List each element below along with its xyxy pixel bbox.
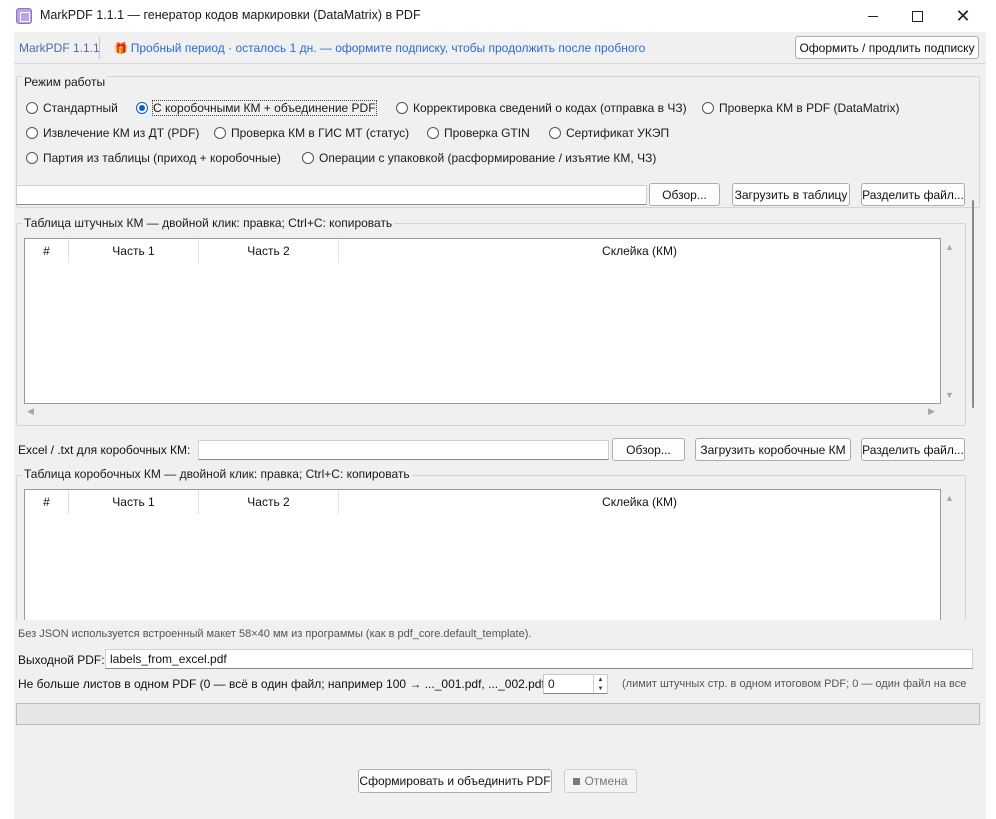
- app-version: MarkPDF 1.1.1: [19, 41, 100, 55]
- mode-radio-check-gis[interactable]: Проверка КМ в ГИС МТ (статус): [214, 126, 409, 140]
- box-file-path-input[interactable]: [198, 440, 609, 460]
- mode-radio-box-merge[interactable]: С коробочными КМ + объединение PDF: [136, 100, 377, 116]
- mode-radio-certificate[interactable]: Сертификат УКЭП: [549, 126, 669, 140]
- cancel-label: Отмена: [584, 774, 628, 788]
- radio-label: Извлечение КМ из ДТ (PDF): [43, 126, 200, 140]
- max-pages-spinbox[interactable]: 0 ▲ ▼: [543, 674, 608, 694]
- divider: [99, 37, 100, 59]
- browse-button[interactable]: Обзор...: [649, 183, 720, 206]
- unit-table-caption: Таблица штучных КМ — двойной клик: правк…: [22, 216, 395, 230]
- mode-radio-correction[interactable]: Корректировка сведений о кодах (отправка…: [396, 101, 687, 115]
- radio-button[interactable]: [136, 102, 148, 114]
- title-bar: MarkPDF 1.1.1 — генератор кодов маркиров…: [0, 0, 996, 32]
- subscription-bar: MarkPDF 1.1.1 🎁 Пробный период · осталось…: [14, 32, 986, 64]
- split-file-button[interactable]: Разделить файл...: [861, 183, 965, 206]
- column-header[interactable]: Часть 1: [69, 239, 199, 263]
- box-file-label: Excel / .txt для коробочных КМ:: [18, 443, 191, 457]
- box-table-caption: Таблица коробочных КМ — двойной клик: пр…: [22, 467, 412, 481]
- trial-notice: 🎁 Пробный период · осталось 1 дн. — оформ…: [114, 41, 645, 55]
- app-icon: [16, 8, 32, 24]
- unit-km-table[interactable]: # Часть 1 Часть 2 Склейка (КМ): [24, 238, 941, 404]
- radio-button[interactable]: [396, 102, 408, 114]
- close-button[interactable]: ✕: [940, 0, 986, 32]
- gift-icon: 🎁: [114, 43, 128, 55]
- spin-buttons: ▲ ▼: [593, 675, 607, 693]
- mode-radio-batch-table[interactable]: Партия из таблицы (приход + коробочные): [26, 151, 281, 165]
- radio-button[interactable]: [26, 102, 38, 114]
- column-header[interactable]: #: [25, 239, 69, 263]
- radio-button[interactable]: [26, 152, 38, 164]
- progress-bar: [16, 703, 980, 725]
- window-title: MarkPDF 1.1.1 — генератор кодов маркиров…: [40, 8, 421, 22]
- mode-radio-standard[interactable]: Стандартный: [26, 101, 118, 115]
- mode-radio-extract-dt[interactable]: Извлечение КМ из ДТ (PDF): [26, 126, 199, 140]
- subscribe-button[interactable]: Оформить / продлить подписку: [795, 36, 979, 59]
- radio-label: С коробочными КМ + объединение PDF: [152, 100, 377, 116]
- column-header[interactable]: Часть 1: [69, 490, 199, 514]
- radio-label: Стандартный: [43, 101, 118, 115]
- close-icon: ✕: [955, 5, 971, 26]
- trial-text: Пробный период · осталось 1 дн. — оформи…: [130, 41, 646, 55]
- load-table-button[interactable]: Загрузить в таблицу: [732, 183, 850, 206]
- radio-button[interactable]: [302, 152, 314, 164]
- radio-button[interactable]: [26, 127, 38, 139]
- page-scrollbar[interactable]: [972, 200, 974, 408]
- scroll-down-arrow[interactable]: ▼: [945, 390, 954, 400]
- minimize-button[interactable]: [850, 0, 896, 32]
- column-header[interactable]: #: [25, 490, 69, 514]
- spin-up-icon[interactable]: ▲: [594, 675, 607, 684]
- box-km-table[interactable]: # Часть 1 Часть 2 Склейка (КМ): [24, 489, 941, 620]
- mode-group-label: Режим работы: [22, 75, 108, 89]
- stop-icon: [573, 777, 581, 785]
- max-pages-hint: (лимит штучных стр. в одном итоговом PDF…: [622, 678, 967, 690]
- mode-radio-check-gtin[interactable]: Проверка GTIN: [427, 126, 530, 140]
- scroll-left-arrow[interactable]: ◀: [27, 406, 34, 417]
- radio-label: Партия из таблицы (приход + коробочные): [43, 151, 281, 165]
- main-content: MarkPDF 1.1.1 🎁 Пробный период · осталось…: [14, 32, 986, 819]
- scroll-right-arrow[interactable]: ▶: [928, 406, 935, 417]
- maximize-button[interactable]: [894, 0, 940, 32]
- radio-label: Проверка КМ в ГИС МТ (статус): [231, 126, 410, 140]
- radio-button[interactable]: [214, 127, 226, 139]
- radio-button[interactable]: [427, 127, 439, 139]
- mode-radio-package-ops[interactable]: Операции с упаковкой (расформирование / …: [302, 151, 656, 165]
- output-pdf-label: Выходной PDF:: [18, 653, 105, 667]
- template-note: Без JSON используется встроенный макет 5…: [18, 628, 532, 640]
- box-split-file-button[interactable]: Разделить файл...: [861, 438, 965, 461]
- scroll-up-arrow[interactable]: ▲: [945, 242, 954, 252]
- box-browse-button[interactable]: Обзор...: [612, 438, 685, 461]
- column-header[interactable]: Склейка (КМ): [339, 490, 940, 514]
- file-path-input[interactable]: [16, 185, 647, 205]
- load-box-km-button[interactable]: Загрузить коробочные КМ: [695, 438, 851, 461]
- column-header[interactable]: Часть 2: [199, 239, 339, 263]
- radio-label: Проверка КМ в PDF (DataMatrix): [719, 101, 900, 115]
- spin-down-icon[interactable]: ▼: [594, 684, 607, 693]
- max-pages-value: 0: [548, 677, 555, 691]
- column-header[interactable]: Часть 2: [199, 490, 339, 514]
- radio-label: Проверка GTIN: [444, 126, 530, 140]
- output-pdf-input[interactable]: labels_from_excel.pdf: [105, 649, 973, 669]
- generate-merge-button[interactable]: Сформировать и объединить PDF: [358, 769, 552, 793]
- radio-label: Сертификат УКЭП: [566, 126, 670, 140]
- radio-label: Операции с упаковкой (расформирование / …: [319, 151, 657, 165]
- cancel-button[interactable]: Отмена: [564, 769, 637, 793]
- radio-button[interactable]: [549, 127, 561, 139]
- column-header[interactable]: Склейка (КМ): [339, 239, 940, 263]
- radio-label: Корректировка сведений о кодах (отправка…: [413, 101, 687, 115]
- max-pages-label: Не больше листов в одном PDF (0 — всё в …: [18, 677, 553, 691]
- radio-button[interactable]: [702, 102, 714, 114]
- mode-radio-check-pdf[interactable]: Проверка КМ в PDF (DataMatrix): [702, 101, 899, 115]
- scroll-up-arrow[interactable]: ▲: [945, 493, 954, 503]
